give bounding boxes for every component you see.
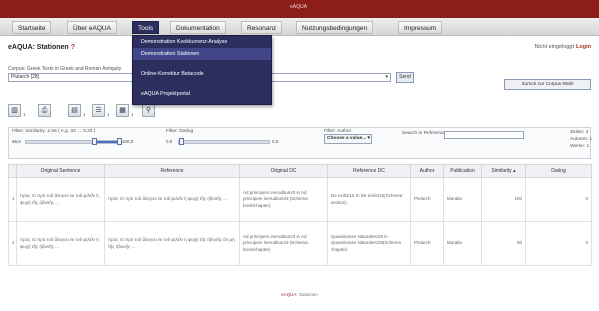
similarity-max-value: 100,0 xyxy=(122,139,134,144)
row-index: 2 xyxy=(8,221,17,266)
dropdown-item-kookkurrenz[interactable]: Demonstration Kookkurrenz-Analyse xyxy=(133,36,271,48)
dating-cell: 0 xyxy=(525,177,592,222)
list-icon[interactable]: ☰ 1 xyxy=(92,104,110,117)
results-table: Original Sentence Reference Original DC … xyxy=(8,164,592,266)
similarity-cell: 90 xyxy=(481,221,526,266)
dating-cell: 0 xyxy=(525,221,592,266)
dating-max-value: 0,0 xyxy=(272,139,279,144)
chevron-down-icon: ▾ xyxy=(385,74,388,80)
similarity-filter-label: Filter: Similarity: ≥ 66 ( e.g. 33 → 0.3… xyxy=(12,129,96,134)
menu-dokumentation[interactable]: Dokumentation xyxy=(170,21,226,34)
corpus-label: Corpus: Greek Texts in Greek and Roman A… xyxy=(8,66,122,72)
search-reference-label: Search in Reference: xyxy=(402,131,448,136)
page-title: eAQUA: Stationen? xyxy=(8,44,75,51)
toolbar: ▥ 1 ⎙ ▤ 1 ☰ 1 ▦ 1 ⚲ xyxy=(8,104,208,124)
search-reference-input[interactable] xyxy=(444,131,524,139)
dating-min-value: 0,0 xyxy=(166,139,173,144)
corpus-select-value: Plutarch [28] xyxy=(11,74,40,80)
filter-icon[interactable]: ⚲ xyxy=(142,104,155,117)
column-header-original-sentence[interactable]: Original Sentence xyxy=(16,164,105,178)
list-count: 1 xyxy=(107,112,110,117)
author-cell: Plutarch xyxy=(410,221,444,266)
author-select[interactable]: Choose a value... ▾ xyxy=(324,134,372,144)
original-sentence-cell: πρὸς τὸ πρὸ τοῦ ἄλογον ἐκ τοῦ φιλεῖν ἡ ψ… xyxy=(16,221,105,266)
login-link[interactable]: Login xyxy=(576,44,591,50)
menu-resonanz[interactable]: Resonanz xyxy=(241,21,283,34)
column-header-publication[interactable]: Publication xyxy=(443,164,482,178)
menu-tools[interactable]: Tools xyxy=(132,21,160,34)
login-status: Nicht eingeloggt xyxy=(534,44,575,50)
publication-cell: Moralia xyxy=(443,177,482,222)
dating-filter-label: Filter: Dating xyxy=(166,129,194,134)
similarity-cell: 100 xyxy=(481,177,526,222)
page-title-text: : Stationen xyxy=(32,44,69,51)
footer-text: : Stationen xyxy=(296,292,318,297)
column-header-similarity[interactable]: Similarity ▴ xyxy=(481,164,526,178)
similarity-min-handle[interactable] xyxy=(92,138,97,145)
reference-dc-cell: Quaestiones Naturales/29 in Quaestiones … xyxy=(327,221,411,266)
print-icon[interactable]: ⎙ xyxy=(38,104,51,117)
table-row[interactable]: 1 πρὸς τὸ πρὸ τοῦ ἄλογον ἐκ τοῦ φιλεῖν ἡ… xyxy=(8,177,592,222)
page-count: 1 xyxy=(131,112,134,117)
main-menu: Startseite Über eAQUA Tools Dokumentatio… xyxy=(0,18,599,36)
banner-brand: eAQUA xyxy=(290,4,307,10)
reference-cell: πρὸς τὸ πρὸ τοῦ ἄλογον ἐκ τοῦ φιλεῖν ἡ ψ… xyxy=(104,221,240,266)
author-cell: Plutarch xyxy=(410,177,444,222)
column-header-author[interactable]: Author xyxy=(410,164,444,178)
login-area: Nicht eingeloggt Login xyxy=(535,44,591,50)
table-row[interactable]: 2 πρὸς τὸ πρὸ τοῦ ἄλογον ἐκ τοῦ φιλεῖν ἡ… xyxy=(8,221,592,266)
reference-dc-cell: De exilio/15 In De exilio/15(Schema sect… xyxy=(327,177,411,222)
menu-impressum[interactable]: Impressum xyxy=(398,21,443,34)
summary-works: Werke: 1 xyxy=(570,144,590,149)
document-count: 1 xyxy=(83,112,86,117)
similarity-slider[interactable] xyxy=(25,138,122,145)
footer-brand: eAQUA xyxy=(281,292,297,297)
dropdown-item-projektportal[interactable]: eAQUA Projektportal xyxy=(133,88,271,100)
menu-nutzungsbedingungen[interactable]: Nutzungsbedingungen xyxy=(296,21,374,34)
page-title-brand: eAQUA xyxy=(8,44,33,51)
publication-cell: Moralia xyxy=(443,221,482,266)
original-sentence-cell: πρὸς τὸ πρὸ τοῦ ἄλογον ἐκ τοῦ φιλεῖν ἡ ψ… xyxy=(16,177,105,222)
help-icon[interactable]: ? xyxy=(71,44,75,51)
document-icon[interactable]: ▤ 1 xyxy=(68,104,86,117)
summary-rows: Zeilen: 2 xyxy=(570,130,589,135)
page-icon[interactable]: ▦ 1 xyxy=(116,104,134,117)
tools-dropdown: Demonstration Kookkurrenz-Analyse Demons… xyxy=(132,35,272,105)
table-header-row: Original Sentence Reference Original DC … xyxy=(8,164,592,178)
summary-authors: Autoren: 1 xyxy=(570,137,593,142)
dating-slider[interactable] xyxy=(178,138,270,145)
original-dc-cell: Ad principem ineruditum/3 in Ad principe… xyxy=(239,177,328,222)
dropdown-item-betacode[interactable]: Online-Korrektur Betacode xyxy=(133,68,271,80)
reference-cell: πρὸς τὸ πρὸ τοῦ ἄλογον ἐκ τοῦ φιλεῖν ἡ ψ… xyxy=(104,177,240,222)
chart-count: 1 xyxy=(23,112,26,117)
menu-startseite[interactable]: Startseite xyxy=(12,21,52,34)
column-header-reference[interactable]: Reference xyxy=(104,164,240,178)
top-banner: eAQUA xyxy=(0,0,599,18)
similarity-min-value: 66,6 xyxy=(12,139,21,144)
column-header-index xyxy=(8,164,17,178)
column-header-reference-dc[interactable]: Reference DC xyxy=(327,164,411,178)
back-to-corpus-button[interactable]: Zurück zur Corpus-Wahl xyxy=(504,79,591,90)
dating-min-handle[interactable] xyxy=(179,138,184,145)
footer: eAQUA: Stationen xyxy=(0,292,599,297)
column-header-dating[interactable]: Dating xyxy=(525,164,592,178)
original-dc-cell: Ad principem ineruditum/3 in Ad principe… xyxy=(239,221,328,266)
row-index: 1 xyxy=(8,177,17,222)
menu-ueber-eaqua[interactable]: Über eAQUA xyxy=(67,21,117,34)
dropdown-item-stationen[interactable]: Demonstration Stationen xyxy=(133,48,271,60)
chart-icon[interactable]: ▥ 1 xyxy=(8,104,26,117)
send-button[interactable]: Send xyxy=(396,72,414,83)
column-header-original-dc[interactable]: Original DC xyxy=(239,164,328,178)
